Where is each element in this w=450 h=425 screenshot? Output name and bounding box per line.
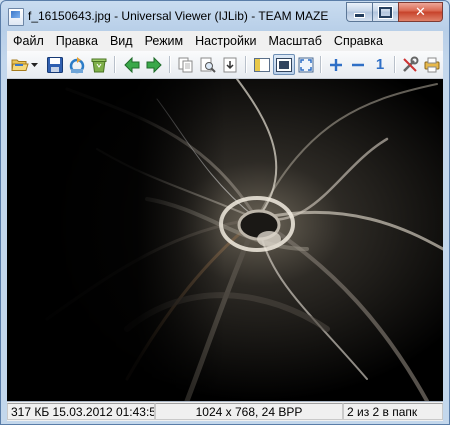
zoom-out-icon [352, 63, 364, 66]
menu-mode[interactable]: Режим [139, 34, 190, 48]
print-icon [424, 57, 440, 72]
tools-icon [403, 56, 419, 72]
open-folder-icon [11, 59, 29, 71]
save-icon [47, 56, 63, 73]
menu-settings[interactable]: Настройки [189, 34, 262, 48]
sidebar-icon [254, 57, 270, 72]
paste-icon [223, 57, 237, 72]
toolbar-separator [394, 56, 396, 73]
menu-file[interactable]: Файл [7, 34, 50, 48]
paste-button[interactable] [219, 54, 241, 75]
fit-window-button[interactable] [273, 54, 295, 75]
print-button[interactable] [421, 54, 443, 75]
app-icon[interactable] [8, 8, 24, 26]
minimize-icon [355, 13, 364, 17]
status-image-info: 1024 x 768, 24 BPP [155, 403, 343, 420]
window-title: f_16150643.jpg - Universal Viewer (IJLib… [28, 9, 329, 23]
open-dropdown[interactable] [29, 54, 41, 75]
displayed-image [7, 79, 443, 401]
zoom-in-button[interactable] [325, 54, 347, 75]
copy-button[interactable] [175, 54, 197, 75]
rotate-button[interactable] [66, 54, 88, 75]
close-icon: ✕ [415, 4, 426, 19]
status-file-info: 317 КБ 15.03.2012 01:43:5 [7, 403, 155, 420]
maximize-icon [379, 6, 392, 18]
menu-zoom[interactable]: Масштаб [262, 34, 327, 48]
zoom-in-icon [330, 58, 342, 71]
status-position: 2 из 2 в папк [343, 403, 443, 420]
fit-window-icon [276, 57, 292, 72]
toolbar: 1 [7, 51, 443, 79]
search-icon [200, 57, 216, 73]
menu-edit[interactable]: Правка [50, 34, 104, 48]
recycle-bin-icon [91, 58, 107, 72]
toolbar-separator [320, 56, 322, 73]
menu-help[interactable]: Справка [328, 34, 389, 48]
actual-size-icon: 1 [375, 56, 385, 73]
actual-size-button[interactable]: 1 [369, 54, 391, 75]
menu-bar: Файл Правка Вид Режим Настройки Масштаб … [7, 31, 443, 52]
status-bar: 317 КБ 15.03.2012 01:43:5 1024 x 768, 24… [7, 401, 443, 421]
toolbar-separator [114, 56, 116, 73]
fullscreen-button[interactable] [295, 54, 317, 75]
toolbar-separator [169, 56, 171, 73]
application-window: f_16150643.jpg - Universal Viewer (IJLib… [0, 0, 450, 425]
delete-button[interactable] [88, 54, 110, 75]
zoom-out-button[interactable] [347, 54, 369, 75]
arrow-right-icon [146, 56, 162, 73]
fullscreen-icon [298, 57, 314, 72]
menu-view[interactable]: Вид [104, 34, 139, 48]
tools-button[interactable] [399, 54, 421, 75]
rotate-icon [69, 56, 85, 73]
toolbar-separator [245, 56, 247, 73]
open-button[interactable] [9, 54, 31, 75]
previous-button[interactable] [121, 54, 143, 75]
copy-icon [178, 57, 193, 72]
title-bar[interactable]: f_16150643.jpg - Universal Viewer (IJLib… [1, 1, 449, 31]
minimize-button[interactable] [346, 2, 372, 22]
sidebar-button[interactable] [251, 54, 273, 75]
image-viewport[interactable] [7, 79, 443, 401]
find-button[interactable] [197, 54, 219, 75]
close-button[interactable]: ✕ [398, 2, 443, 22]
dropdown-arrow-icon [31, 62, 38, 67]
arrow-left-icon [124, 56, 140, 73]
save-button[interactable] [44, 54, 66, 75]
next-button[interactable] [143, 54, 165, 75]
maximize-button[interactable] [372, 2, 398, 22]
window-controls: ✕ [346, 2, 443, 22]
